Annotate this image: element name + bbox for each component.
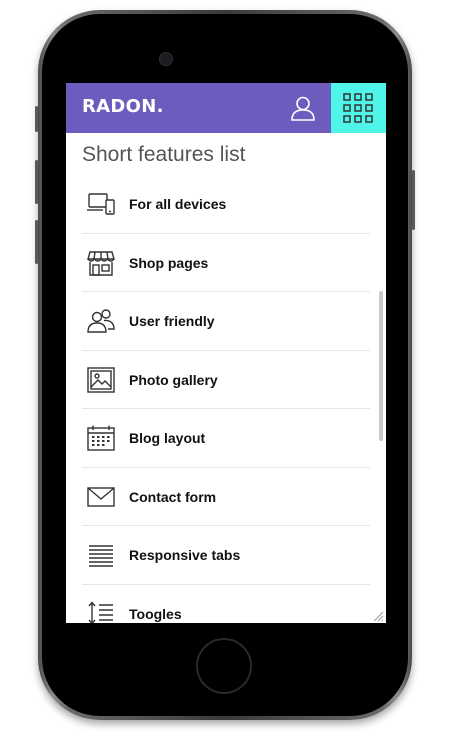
list-item[interactable]: Shop pages [82,234,370,292]
feature-label: For all devices [129,196,227,212]
toggle-list-icon [87,600,115,623]
mute-switch [35,106,38,132]
resize-handle-icon[interactable] [372,609,384,622]
brand-logo[interactable]: RADON. [82,96,164,117]
app-header: RADON. [66,83,386,133]
feature-label: Blog layout [129,430,206,446]
front-camera [159,52,173,66]
list-item[interactable]: Photo gallery [82,351,370,409]
feature-label: Contact form [129,488,217,505]
list-item[interactable]: Toogles [82,585,370,623]
home-button[interactable] [196,638,252,694]
feature-label: Photo gallery [129,371,218,388]
volume-down-button [35,220,38,264]
envelope-icon [87,484,115,510]
list-item[interactable]: Blog layout [82,409,370,468]
calendar-icon [87,425,115,451]
list-item[interactable]: For all devices [82,175,370,234]
feature-label: User friendly [129,313,215,329]
feature-label: Responsive tabs [129,547,241,563]
user-icon[interactable] [290,95,316,121]
list-item[interactable]: Responsive tabs [82,526,370,585]
devices-icon [87,191,115,217]
scrollbar[interactable] [379,291,383,441]
volume-up-button [35,160,38,204]
lines-icon [87,542,115,568]
feature-label: Shop pages [129,254,209,271]
shop-icon [87,250,115,276]
list-item[interactable]: Contact form [82,468,370,526]
list-item[interactable]: User friendly [82,292,370,351]
phone-screen: RADON. Short features list For all devic… [66,83,386,623]
feature-list: For all devices Shop pages User friendly… [82,175,370,623]
users-icon [87,308,115,334]
grid-menu-icon [343,93,373,123]
photo-icon [87,366,115,393]
page-title: Short features list [82,143,246,166]
power-button [412,170,415,230]
grid-menu-button[interactable] [331,83,386,133]
feature-label: Toogles [129,605,182,622]
